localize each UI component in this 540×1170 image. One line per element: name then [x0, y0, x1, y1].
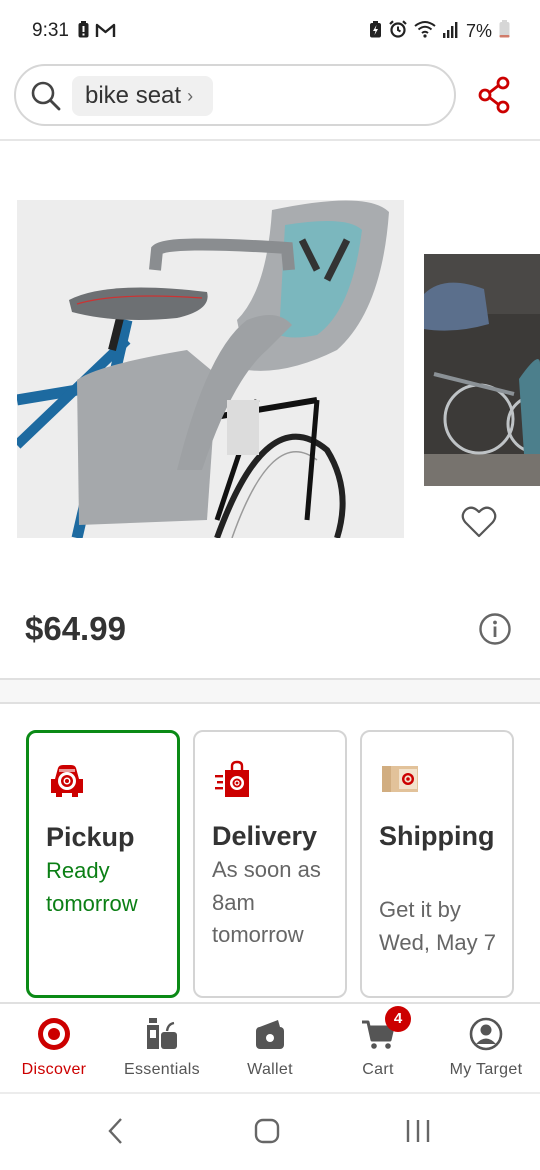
product-image-main[interactable]: [17, 200, 404, 538]
battery-percent: 7%: [465, 21, 492, 41]
wallet-icon: [252, 1016, 288, 1057]
search-query-chip[interactable]: bike seat ›: [72, 76, 214, 116]
search-bar[interactable]: bike seat ›: [14, 64, 456, 126]
fulfillment-card-delivery[interactable]: Delivery As soon as 8am tomorrow: [193, 730, 347, 998]
data-saver-icon: [369, 20, 382, 43]
signal-icon: [442, 21, 459, 43]
nav-item-wallet[interactable]: Wallet: [216, 1004, 324, 1092]
nav-item-essentials[interactable]: Essentials: [108, 1004, 216, 1092]
essentials-icon: [144, 1016, 180, 1057]
nav-item-discover[interactable]: Discover: [0, 1004, 108, 1092]
recents-icon[interactable]: [404, 1117, 432, 1150]
status-bar: 9:31 7%: [0, 0, 540, 60]
product-image-secondary[interactable]: [424, 254, 540, 486]
target-logo-icon: [36, 1016, 72, 1057]
section-spacer: [0, 680, 540, 702]
product-price: $64.99: [25, 610, 126, 647]
card-detail: Get it by Wed, May 7: [379, 897, 496, 955]
gmail-icon: [95, 22, 116, 43]
fulfillment-card-shipping[interactable]: Shipping Get it by Wed, May 7: [360, 730, 514, 998]
card-detail: As soon as 8am tomorrow: [212, 857, 321, 947]
wifi-icon: [414, 20, 436, 43]
back-icon[interactable]: [104, 1116, 128, 1151]
nav-label: Discover: [21, 1061, 87, 1078]
bottom-nav: Discover Essentials Wallet Cart My Targe…: [0, 1004, 540, 1092]
nav-label: Cart: [362, 1061, 394, 1078]
delivery-bag-icon: [213, 760, 253, 805]
shipping-box-icon: [380, 760, 420, 805]
share-icon[interactable]: [477, 75, 513, 120]
status-time: 9:31: [32, 20, 69, 41]
header-divider: [0, 139, 540, 141]
cart-count-badge: 4: [385, 1006, 411, 1032]
card-title: Pickup: [46, 822, 135, 852]
nav-label: Essentials: [124, 1061, 200, 1078]
alarm-icon: [389, 20, 407, 43]
home-icon[interactable]: [253, 1117, 281, 1150]
battery-icon: [499, 20, 510, 43]
nav-item-cart[interactable]: Cart: [324, 1004, 432, 1092]
favorite-heart-icon[interactable]: [461, 505, 497, 544]
search-query-text: bike seat: [85, 82, 182, 109]
section-divider: [0, 702, 540, 704]
system-nav-bar: [0, 1094, 540, 1170]
nav-label: Wallet: [247, 1061, 293, 1078]
card-title: Delivery: [212, 821, 318, 851]
nav-item-my-target[interactable]: My Target: [432, 1004, 540, 1092]
chevron-right-icon: ›: [187, 85, 194, 106]
fulfillment-card-pickup[interactable]: Pickup Ready tomorrow: [26, 730, 180, 998]
profile-icon: [468, 1016, 504, 1057]
pickup-car-icon: [47, 761, 87, 806]
card-detail: Ready tomorrow: [46, 858, 138, 916]
nav-label: My Target: [449, 1061, 523, 1078]
card-title: Shipping: [379, 821, 495, 851]
info-icon[interactable]: [478, 612, 512, 651]
battery-saver-icon: [78, 21, 89, 43]
search-icon[interactable]: [30, 80, 62, 117]
